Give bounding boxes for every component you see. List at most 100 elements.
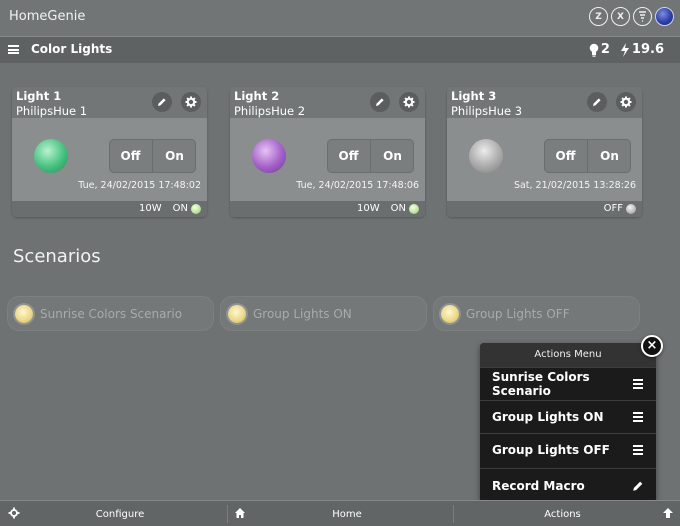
card-timestamp: Tue, 24/02/2015 17:48:06 — [296, 180, 419, 191]
on-off-toggle: Off On — [327, 139, 414, 173]
scenarios-heading: Scenarios — [13, 246, 101, 267]
bolt-icon — [620, 42, 629, 57]
toolbar-divider — [227, 505, 228, 523]
page-title: Color Lights — [31, 42, 113, 56]
card-timestamp: Sat, 21/02/2015 13:28:26 — [513, 180, 636, 191]
card-footer: 10W ON — [12, 201, 207, 217]
bulb-indicator[interactable] — [252, 139, 286, 173]
zwave-icon[interactable]: Z — [589, 7, 608, 26]
edit-button[interactable] — [587, 92, 607, 112]
state-indicator-icon — [626, 203, 636, 214]
actions-menu-item-label: Group Lights ON — [492, 410, 604, 424]
power-watts: 10W — [139, 203, 162, 214]
card-timestamp: Tue, 24/02/2015 17:48:02 — [78, 180, 201, 191]
app-title: HomeGenie — [9, 9, 86, 24]
state-indicator-icon — [409, 203, 419, 214]
card-footer: 10W ON — [230, 201, 425, 217]
settings-button[interactable] — [399, 92, 419, 112]
status-icons: Z X — [589, 7, 674, 26]
gear-icon — [403, 96, 415, 108]
actions-menu-item-label: Sunrise Colors Scenario — [492, 370, 590, 398]
actions-button[interactable]: Actions — [460, 501, 665, 526]
state-label: OFF — [603, 203, 623, 214]
off-button[interactable]: Off — [544, 139, 587, 173]
bulb-indicator[interactable] — [469, 139, 503, 173]
power-usage: 19.6 — [631, 42, 664, 57]
menu-icon[interactable] — [8, 45, 19, 54]
card-status: 10W ON — [139, 203, 201, 214]
gear-icon[interactable] — [8, 507, 20, 519]
card-name: Light 2 — [234, 89, 280, 103]
on-button[interactable]: On — [587, 139, 631, 173]
arrow-up-icon[interactable] — [662, 507, 674, 519]
actions-menu-item-label: Group Lights OFF — [492, 443, 610, 457]
lights-on-count: 2 — [600, 42, 610, 57]
power-watts: 10W — [357, 203, 380, 214]
globe-icon[interactable] — [655, 7, 674, 26]
header-stats: 2 19.6 — [589, 42, 664, 57]
zwave-letter: Z — [595, 11, 602, 22]
actions-menu-item[interactable]: Sunrise Colors Scenario — [480, 367, 656, 400]
pencil-icon — [593, 98, 601, 106]
card-name: Light 3 — [451, 89, 497, 103]
page-header: Color Lights 2 19.6 — [0, 36, 680, 63]
edit-button[interactable] — [370, 92, 390, 112]
actions-menu-title: Actions Menu — [480, 343, 656, 367]
network-icon[interactable] — [633, 7, 652, 26]
home-button[interactable]: Home — [247, 501, 447, 526]
actions-menu-item[interactable]: Group Lights OFF — [480, 433, 656, 466]
app-titlebar: HomeGenie Z X — [0, 0, 680, 36]
state-label: ON — [172, 203, 188, 214]
actions-menu-item-label: Record Macro — [492, 479, 585, 493]
toolbar-divider — [453, 505, 454, 523]
edit-button[interactable] — [152, 92, 172, 112]
actions-menu-item[interactable]: Record Macro — [480, 468, 656, 503]
off-button[interactable]: Off — [327, 139, 370, 173]
x10-letter: X — [617, 11, 624, 22]
close-menu-button[interactable]: × — [641, 335, 663, 357]
light-card: Light 1 PhilipsHue 1 Off On Tue, 24/02/2… — [12, 87, 207, 217]
card-subtitle: PhilipsHue 2 — [234, 104, 306, 118]
card-status: OFF — [604, 203, 636, 214]
scenario-label: Group Lights OFF — [466, 306, 570, 321]
card-header: Light 3 PhilipsHue 3 — [447, 87, 642, 118]
scenario-bulb-icon — [15, 304, 33, 323]
scenario-label: Sunrise Colors Scenario — [40, 306, 183, 321]
bulb-indicator[interactable] — [34, 139, 68, 173]
x10-icon[interactable]: X — [611, 7, 630, 26]
bottom-toolbar: Configure Home Actions — [0, 500, 680, 526]
card-name: Light 1 — [16, 89, 62, 103]
lights-on-stat: 2 — [589, 42, 610, 57]
scenario-label: Group Lights ON — [253, 306, 352, 321]
menu-icon — [630, 412, 646, 422]
power-stat: 19.6 — [620, 42, 664, 57]
menu-icon — [630, 445, 646, 455]
scenario-item[interactable]: Sunrise Colors Scenario — [8, 297, 213, 330]
light-card: Light 3 PhilipsHue 3 Off On Sat, 21/02/2… — [447, 87, 642, 217]
home-icon[interactable] — [234, 507, 246, 519]
scenario-item[interactable]: Group Lights OFF — [434, 297, 639, 330]
light-card: Light 2 PhilipsHue 2 Off On Tue, 24/02/2… — [230, 87, 425, 217]
gear-icon — [185, 96, 197, 108]
state-indicator-icon — [191, 203, 201, 214]
actions-menu: Actions Menu Sunrise Colors Scenario Gro… — [480, 343, 656, 503]
settings-button[interactable] — [181, 92, 201, 112]
off-button[interactable]: Off — [109, 139, 152, 173]
configure-button[interactable]: Configure — [20, 501, 220, 526]
bulb-icon — [589, 43, 599, 57]
pencil-icon — [376, 98, 384, 106]
pencil-icon — [158, 98, 166, 106]
on-off-toggle: Off On — [544, 139, 631, 173]
actions-menu-item[interactable]: Group Lights ON — [480, 400, 656, 433]
on-button[interactable]: On — [370, 139, 414, 173]
card-header: Light 1 PhilipsHue 1 — [12, 87, 207, 118]
scenario-item[interactable]: Group Lights ON — [221, 297, 426, 330]
card-subtitle: PhilipsHue 1 — [16, 104, 88, 118]
on-off-toggle: Off On — [109, 139, 196, 173]
card-subtitle: PhilipsHue 3 — [451, 104, 523, 118]
settings-button[interactable] — [616, 92, 636, 112]
card-header: Light 2 PhilipsHue 2 — [230, 87, 425, 118]
on-button[interactable]: On — [152, 139, 196, 173]
card-status: 10W ON — [357, 203, 419, 214]
card-footer: OFF — [447, 201, 642, 217]
